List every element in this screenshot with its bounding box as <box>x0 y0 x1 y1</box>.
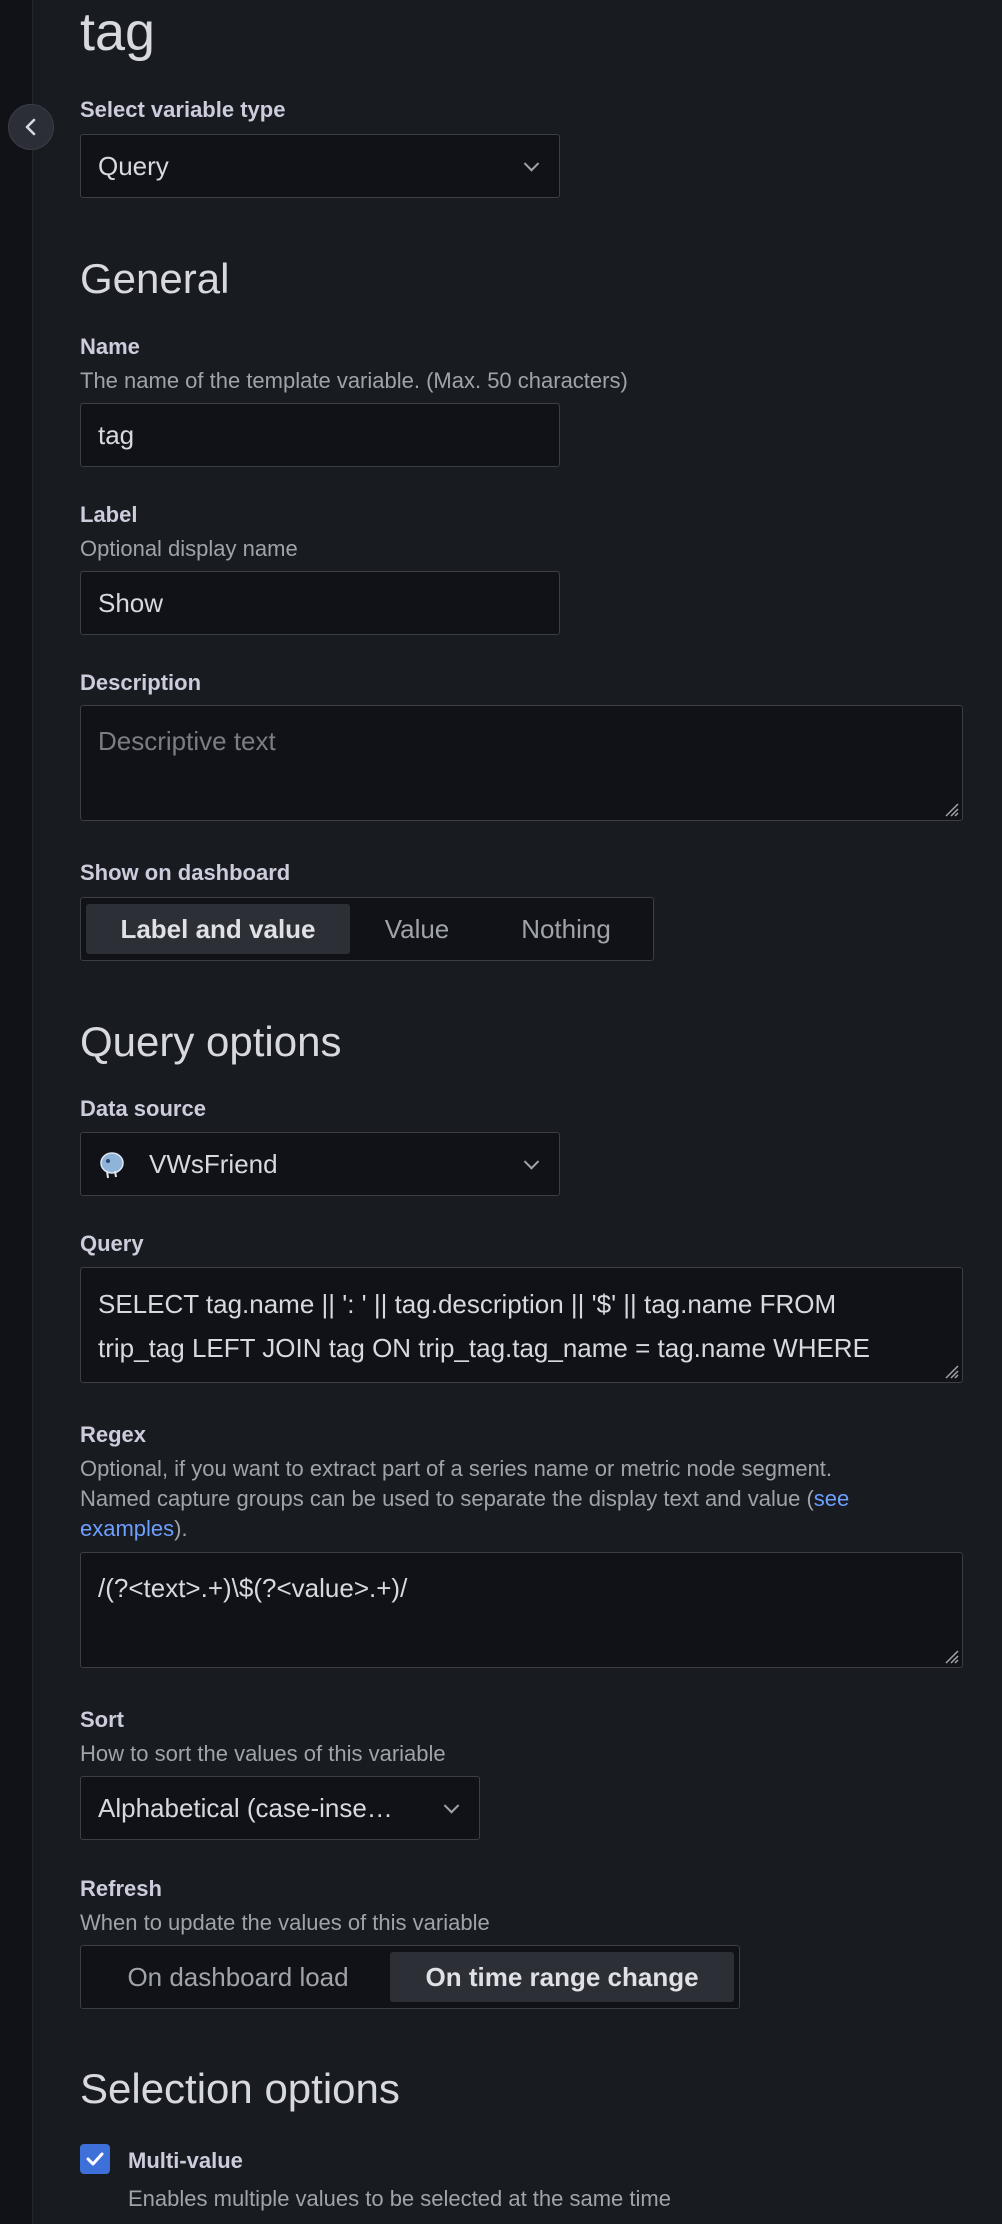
selection-options-section-title: Selection options <box>80 2065 400 2112</box>
postgresql-icon <box>100 1152 124 1179</box>
resize-handle-icon[interactable] <box>941 1646 959 1664</box>
data-source-label: Data source <box>80 1096 206 1121</box>
checkmark-icon <box>86 2152 104 2166</box>
show-option-nothing[interactable]: Nothing <box>484 904 648 954</box>
sort-value: Alphabetical (case-inse… <box>98 1793 393 1823</box>
resize-handle-icon[interactable] <box>941 799 959 817</box>
label-label: Label <box>80 502 138 527</box>
refresh-label: Refresh <box>80 1876 162 1901</box>
show-option-value[interactable]: Value <box>350 904 484 954</box>
refresh-option-dashboard-load[interactable]: On dashboard load <box>86 1952 390 2002</box>
query-text: SELECT tag.name || ': ' || tag.descripti… <box>98 1282 870 1370</box>
refresh-radio-group: On dashboard load On time range change <box>80 1945 740 2009</box>
general-section-title: General <box>80 255 230 302</box>
name-description: The name of the template variable. (Max.… <box>80 368 628 393</box>
regex-label: Regex <box>80 1422 147 1447</box>
sort-description: How to sort the values of this variable <box>80 1741 446 1766</box>
label-value: Show <box>98 588 164 618</box>
name-value: tag <box>98 420 135 450</box>
left-rail <box>0 0 33 2224</box>
regex-textarea[interactable]: /(?<text>.+)\$(?<value>.+)/ <box>80 1552 963 1668</box>
data-source-value: VWsFriend <box>149 1149 278 1179</box>
query-line: trip_tag LEFT JOIN tag ON trip_tag.tag_n… <box>98 1333 870 1363</box>
regex-value: /(?<text>.+)\$(?<value>.+)/ <box>98 1573 408 1603</box>
description-textarea[interactable]: Descriptive text <box>80 705 963 821</box>
name-label: Name <box>80 334 140 359</box>
regex-description-line: examples). <box>80 1516 188 1541</box>
show-on-dashboard-label: Show on dashboard <box>80 860 291 885</box>
regex-description: Optional, if you want to extract part of… <box>80 1454 849 1544</box>
query-options-section-title: Query options <box>80 1018 342 1065</box>
regex-description-line: Optional, if you want to extract part of… <box>80 1456 833 1481</box>
sort-select[interactable]: Alphabetical (case-inse… <box>80 1776 480 1840</box>
label-description: Optional display name <box>80 536 298 561</box>
multi-value-checkbox[interactable] <box>80 2144 110 2174</box>
refresh-description: When to update the values of this variab… <box>80 1910 490 1935</box>
query-line: SELECT tag.name || ': ' || tag.descripti… <box>98 1289 837 1319</box>
query-label: Query <box>80 1231 144 1256</box>
multi-value-label[interactable]: Multi-value <box>128 2148 243 2174</box>
data-source-select[interactable]: VWsFriend <box>80 1132 560 1196</box>
description-label: Description <box>80 670 202 695</box>
see-examples-link[interactable]: see <box>814 1486 849 1511</box>
variable-type-value: Query <box>98 151 169 181</box>
chevron-down-icon <box>523 1154 540 1170</box>
show-on-dashboard-radio-group: Label and value Value Nothing <box>80 897 654 961</box>
name-input[interactable]: tag <box>80 403 560 467</box>
sort-label: Sort <box>80 1707 124 1732</box>
show-option-label-and-value[interactable]: Label and value <box>86 904 350 954</box>
variable-type-label: Select variable type <box>80 97 286 122</box>
regex-description-line: Named capture groups can be used to sepa… <box>80 1486 850 1511</box>
chevron-down-icon <box>443 1798 460 1814</box>
collapse-sidebar-button[interactable] <box>8 104 54 150</box>
resize-handle-icon[interactable] <box>941 1361 959 1379</box>
chevron-down-icon <box>523 156 540 172</box>
see-examples-link[interactable]: examples <box>80 1516 174 1541</box>
variable-type-select[interactable]: Query <box>80 134 560 198</box>
label-input[interactable]: Show <box>80 571 560 635</box>
description-placeholder: Descriptive text <box>98 726 276 756</box>
page-title: tag <box>80 2 156 62</box>
refresh-option-time-range-change[interactable]: On time range change <box>390 1952 734 2002</box>
query-textarea[interactable]: SELECT tag.name || ': ' || tag.descripti… <box>80 1267 963 1383</box>
chevron-left-icon <box>25 118 36 136</box>
multi-value-description: Enables multiple values to be selected a… <box>128 2186 671 2211</box>
